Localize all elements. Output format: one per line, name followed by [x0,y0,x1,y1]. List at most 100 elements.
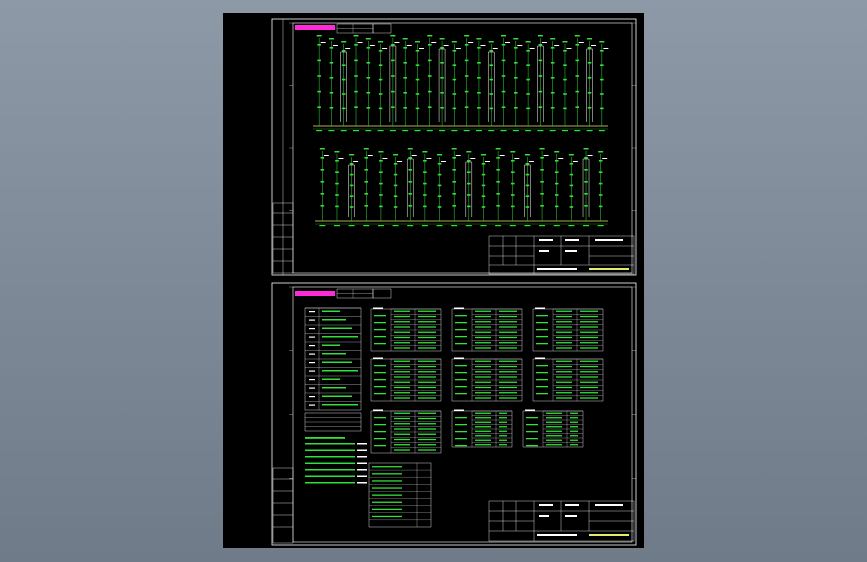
feeder-label [365,38,371,40]
feeder-component [452,78,457,81]
table-cell [499,412,507,414]
feeder-bottom-label [463,130,470,132]
table-cell [394,326,410,328]
table-label [536,343,548,345]
feeder-component [354,59,358,62]
table-cell [394,371,410,373]
table-cell [546,417,562,419]
table-cell [499,315,517,318]
notes-table-cell [372,487,402,489]
feeder-bottom-label [363,225,370,227]
feeder-component [452,193,456,195]
feeder-component [464,106,469,108]
feeder-component [366,47,371,49]
feeder-component [464,75,469,77]
table-cell [418,376,436,378]
feeder-component [514,77,518,79]
feeder-component [526,50,530,52]
feeder-bottom-label [524,225,531,227]
feeder-component [440,47,444,49]
table-cell [580,336,598,339]
feeder-bottom-label [426,130,433,132]
feeder-component [354,75,358,77]
table-cell [499,386,517,389]
feeder-component [489,78,494,81]
table-cell [475,386,491,389]
table-cell [475,331,491,333]
table-cell [475,321,491,323]
feeder-component [423,205,427,208]
legend-symbol [309,328,315,330]
table-label [455,365,467,367]
feeder-component [481,173,486,176]
table-label [536,386,548,388]
table-cell [418,326,436,328]
legend-text [322,378,340,380]
feeder [509,151,520,227]
feeder-component [514,62,518,64]
table-cell [475,417,491,419]
feeder [389,35,400,132]
notes-title [305,437,345,439]
feeder-component [427,106,432,108]
feeder-label [550,38,556,40]
feeder-component [341,64,346,66]
feeder-label [353,35,359,37]
table-cell [499,421,507,423]
feeder-text [529,48,535,49]
table-cell [556,315,572,318]
feeder-component [489,50,494,52]
feeder-bottom-label [488,130,495,132]
table-cell [580,315,598,318]
feeder-bottom-label [553,225,560,227]
feeder [586,38,597,132]
table-cell [499,331,517,333]
feeder-component [408,181,413,183]
feeder-component [501,75,506,77]
feeder-bottom-label [319,225,326,227]
feeder-component [467,205,471,208]
table-cell [570,444,578,446]
feeder-component [598,205,603,208]
feeder-component [403,62,407,64]
table-label [536,365,548,367]
feeder-text [480,45,486,46]
table-cell [546,412,562,414]
feeder-component [317,59,321,62]
feeder-label [328,38,334,40]
table-cell [418,444,436,446]
cad-canvas[interactable] [223,13,644,548]
table-cell [475,430,491,432]
table-cell [475,326,491,328]
feeder [582,148,593,227]
feeder [480,154,490,227]
notes-line [305,456,355,458]
feeder-text [505,42,511,43]
feeder-component [427,90,432,93]
table-cell [556,326,572,328]
feeder-component [403,47,407,49]
feeder-component [464,59,469,62]
feeder-label [562,41,568,43]
legend-symbol [309,379,315,381]
feeder [463,35,474,132]
table-cell [394,438,410,441]
feeder-bottom-label [389,130,396,132]
equipment-tables [370,307,604,454]
table-cell [499,426,507,428]
legend-text [322,353,346,355]
feeder-component [464,44,469,46]
feeder-component [526,78,530,81]
table-cell [556,386,572,389]
table-cell [556,331,572,333]
feeder-bottom-label [365,130,372,132]
table-cell [394,381,410,383]
bottom-inner-border [292,286,633,543]
feeder-component [364,205,369,207]
cad-viewport[interactable] [0,0,867,562]
feeder-component [538,106,543,108]
feeder-component [393,184,398,187]
table-title [535,357,545,359]
table-cell [418,342,436,344]
legend-text [322,327,352,329]
